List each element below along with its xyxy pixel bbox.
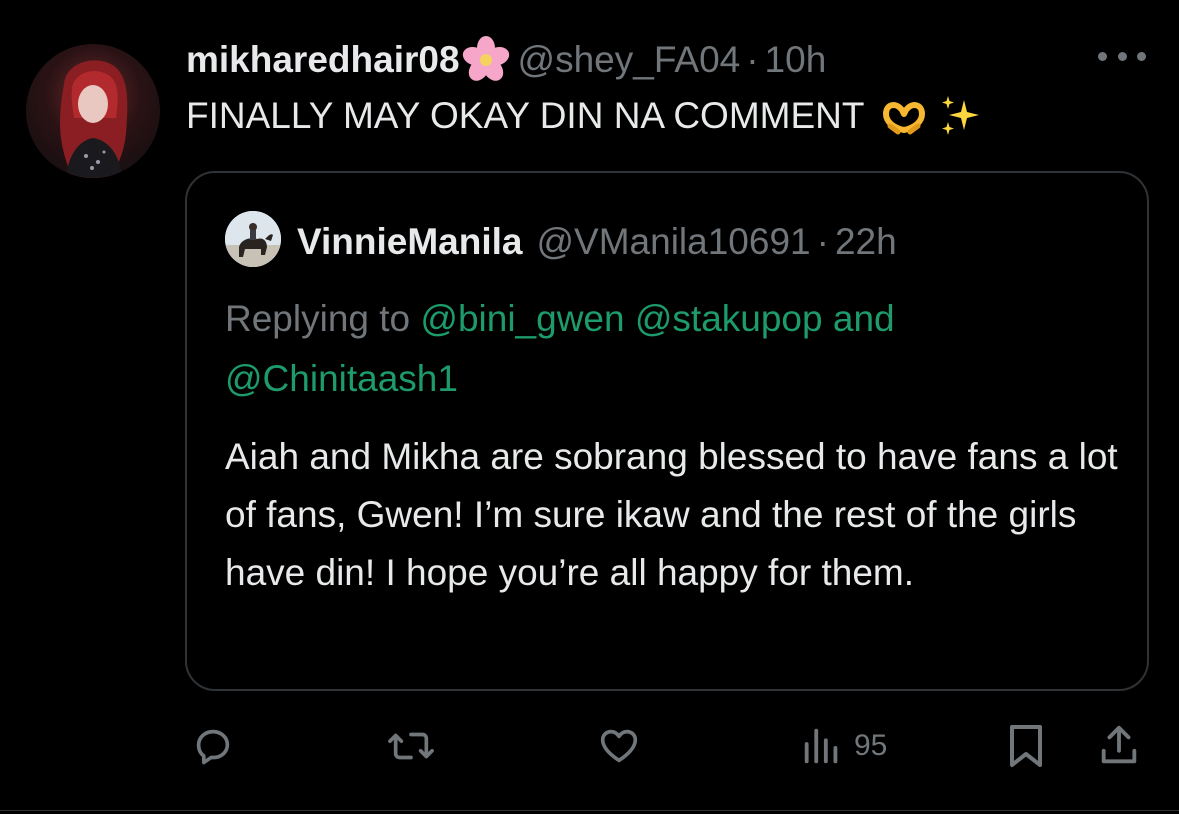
- mention-link[interactable]: @Chinitaash1: [225, 358, 458, 399]
- heart-hands-emoji-icon: [880, 92, 928, 140]
- share-button[interactable]: [1096, 718, 1142, 774]
- action-bar: 95: [186, 718, 1151, 778]
- quoted-meta-separator: ·: [816, 221, 829, 262]
- replying-to-line: Replying to @bini_gwen @stakupop and @Ch…: [225, 289, 1115, 409]
- author-handle[interactable]: @shey_FA04: [518, 36, 741, 84]
- author-avatar[interactable]: [26, 44, 160, 178]
- quoted-display-name[interactable]: VinnieManila: [297, 221, 523, 262]
- more-dot: [1098, 51, 1107, 61]
- tweet-header: mikharedhair08 @shey_FA04 · 10h: [186, 34, 826, 86]
- reply-icon: [196, 729, 230, 765]
- cherry-blossom-icon: [460, 34, 512, 86]
- mention-link[interactable]: @bini_gwen: [420, 298, 624, 339]
- bookmark-icon: [1010, 725, 1042, 767]
- author-display-name[interactable]: mikharedhair08: [186, 36, 460, 84]
- quoted-header: VinnieManila @VManila10691 · 22h: [297, 218, 897, 266]
- reply-button[interactable]: [190, 718, 236, 774]
- quoted-handle[interactable]: @VManila10691: [537, 221, 811, 262]
- sparkles-emoji-icon: [936, 92, 984, 140]
- more-options-icon[interactable]: [1098, 46, 1146, 66]
- views-icon: [804, 728, 838, 764]
- replying-prefix: Replying to: [225, 298, 411, 339]
- like-icon: [600, 729, 638, 763]
- quoted-tweet-text: Aiah and Mikha are sobrang blessed to ha…: [225, 436, 1118, 593]
- quoted-tweet[interactable]: VinnieManila @VManila10691 · 22h Replying t…: [185, 171, 1149, 691]
- meta-separator: ·: [746, 39, 759, 80]
- more-dot: [1117, 51, 1127, 61]
- bookmark-button[interactable]: [1004, 718, 1048, 774]
- tweet-text-content: FINALLY MAY OKAY DIN NA COMMENT: [186, 95, 865, 136]
- like-button[interactable]: [596, 718, 642, 774]
- mention-and-text[interactable]: and: [833, 298, 895, 339]
- retweet-button[interactable]: [386, 718, 436, 774]
- retweet-icon: [388, 732, 434, 760]
- views-button[interactable]: 95: [800, 718, 887, 774]
- more-dot: [1137, 51, 1146, 61]
- share-icon: [1101, 725, 1137, 764]
- mention-link[interactable]: @stakupop: [635, 298, 823, 339]
- divider: [0, 810, 1179, 811]
- quoted-timestamp[interactable]: 22h: [835, 221, 897, 262]
- views-count: 95: [854, 729, 888, 762]
- quoted-author-avatar[interactable]: [225, 211, 281, 267]
- tweet[interactable]: mikharedhair08 @shey_FA04 · 10h FINALLY …: [0, 0, 1179, 814]
- tweet-text: FINALLY MAY OKAY DIN NA COMMENT: [186, 92, 984, 140]
- tweet-timestamp[interactable]: 10h: [765, 36, 827, 84]
